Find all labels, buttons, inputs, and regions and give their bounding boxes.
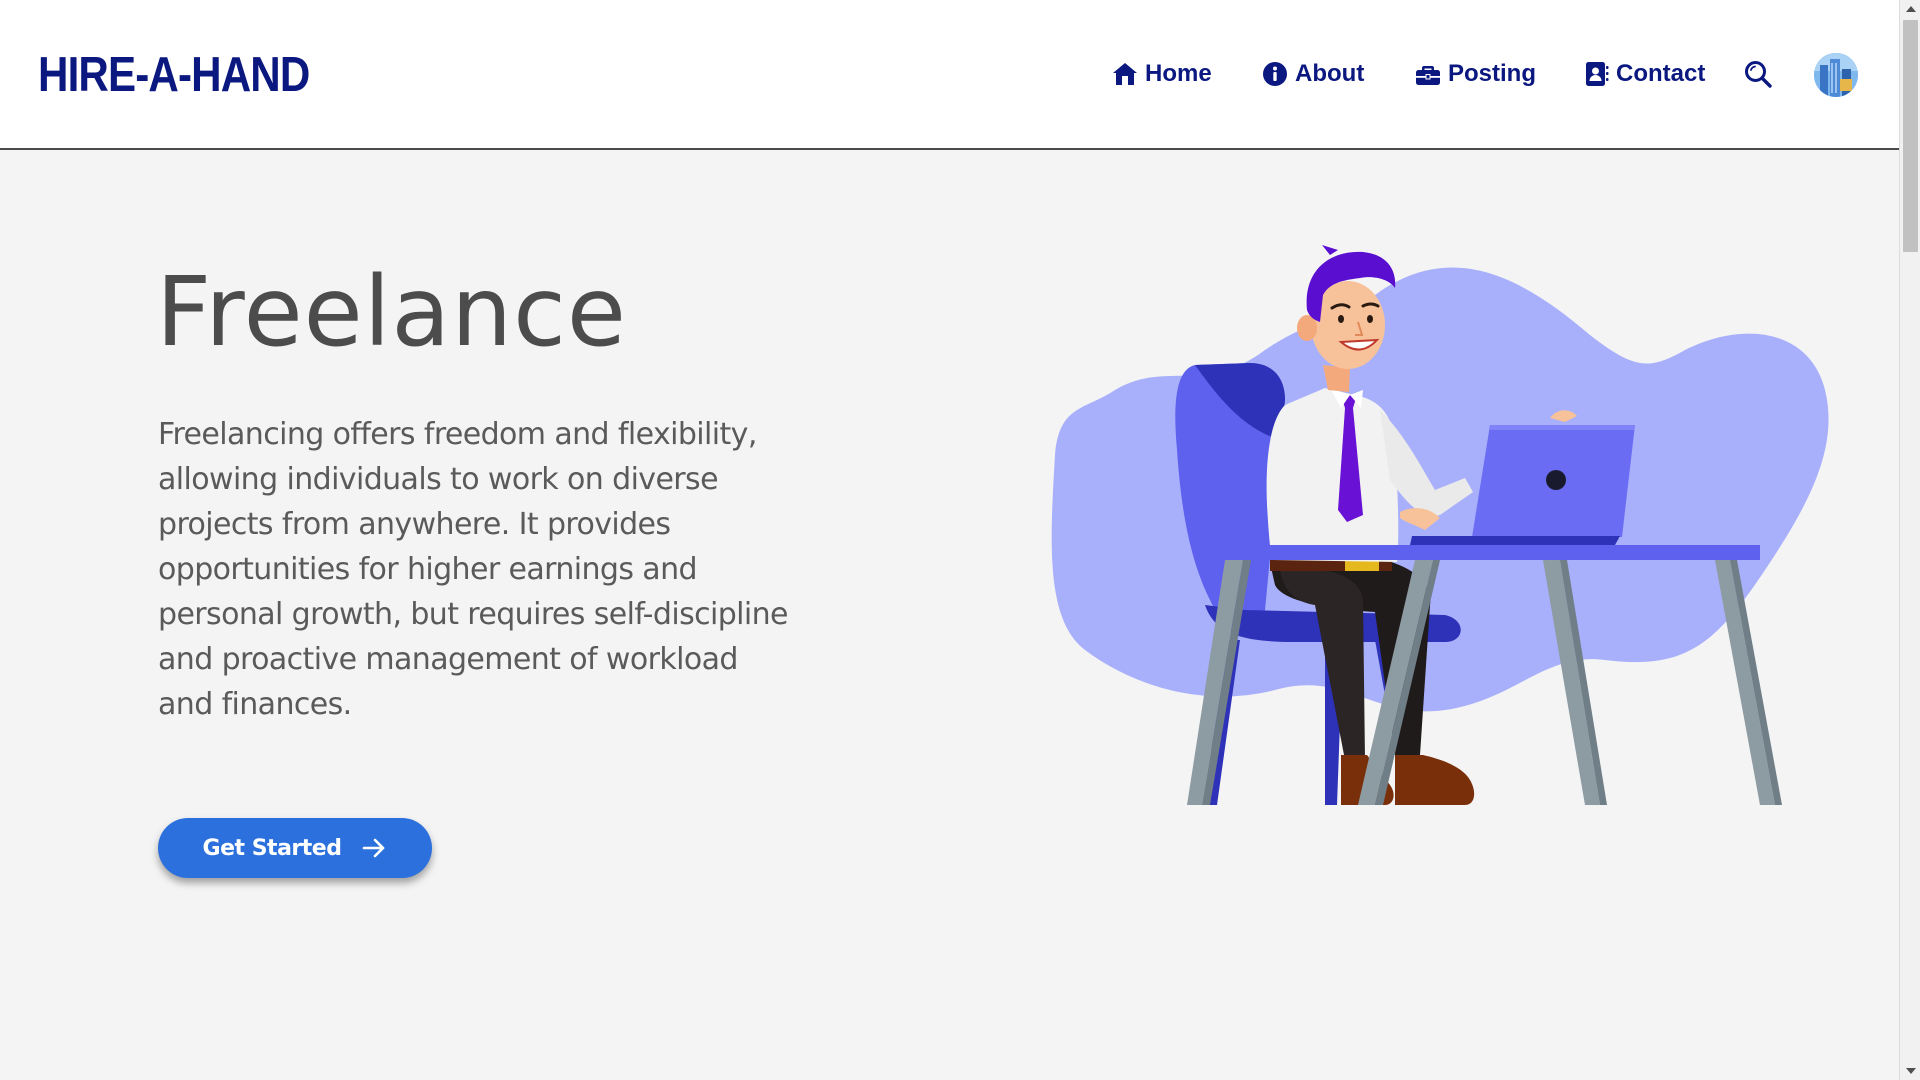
nav-contact-label: Contact [1616, 60, 1706, 87]
hero-description: Freelancing offers freedom and flexibili… [158, 417, 789, 722]
home-icon [1113, 63, 1137, 85]
desk-top [1250, 545, 1760, 560]
get-started-label: Get Started [202, 835, 342, 861]
freelancer-illustration [1051, 245, 1829, 805]
get-started-button[interactable]: Get Started [158, 818, 432, 878]
hero-title: Freelance [156, 256, 627, 368]
contact-card-icon [1586, 62, 1609, 86]
nav-about[interactable]: About [1261, 56, 1364, 92]
logo[interactable]: HIRE-A-HAND [38, 47, 310, 103]
info-icon [1263, 62, 1287, 86]
briefcase-icon [1416, 66, 1440, 85]
user-avatar[interactable] [1814, 53, 1858, 97]
scroll-up-arrow-icon[interactable] [1900, 0, 1920, 18]
vertical-scrollbar[interactable] [1899, 0, 1920, 1080]
avatar-icon [1814, 53, 1858, 97]
nav-home-label: Home [1145, 60, 1212, 87]
search-icon [1745, 61, 1772, 88]
search-button[interactable] [1742, 58, 1774, 90]
site-header: HIRE-A-HAND Home About Posting Contact [0, 0, 1899, 150]
scrollbar-thumb[interactable] [1903, 20, 1918, 252]
arrow-right-icon [363, 838, 385, 858]
nav-posting-label: Posting [1448, 60, 1536, 87]
nav-contact[interactable]: Contact [1582, 56, 1705, 92]
nav-about-label: About [1295, 60, 1365, 87]
nav-home[interactable]: Home [1111, 56, 1212, 92]
shirt [1266, 388, 1399, 562]
scroll-down-arrow-icon[interactable] [1900, 1062, 1920, 1080]
nav-posting[interactable]: Posting [1414, 56, 1536, 92]
